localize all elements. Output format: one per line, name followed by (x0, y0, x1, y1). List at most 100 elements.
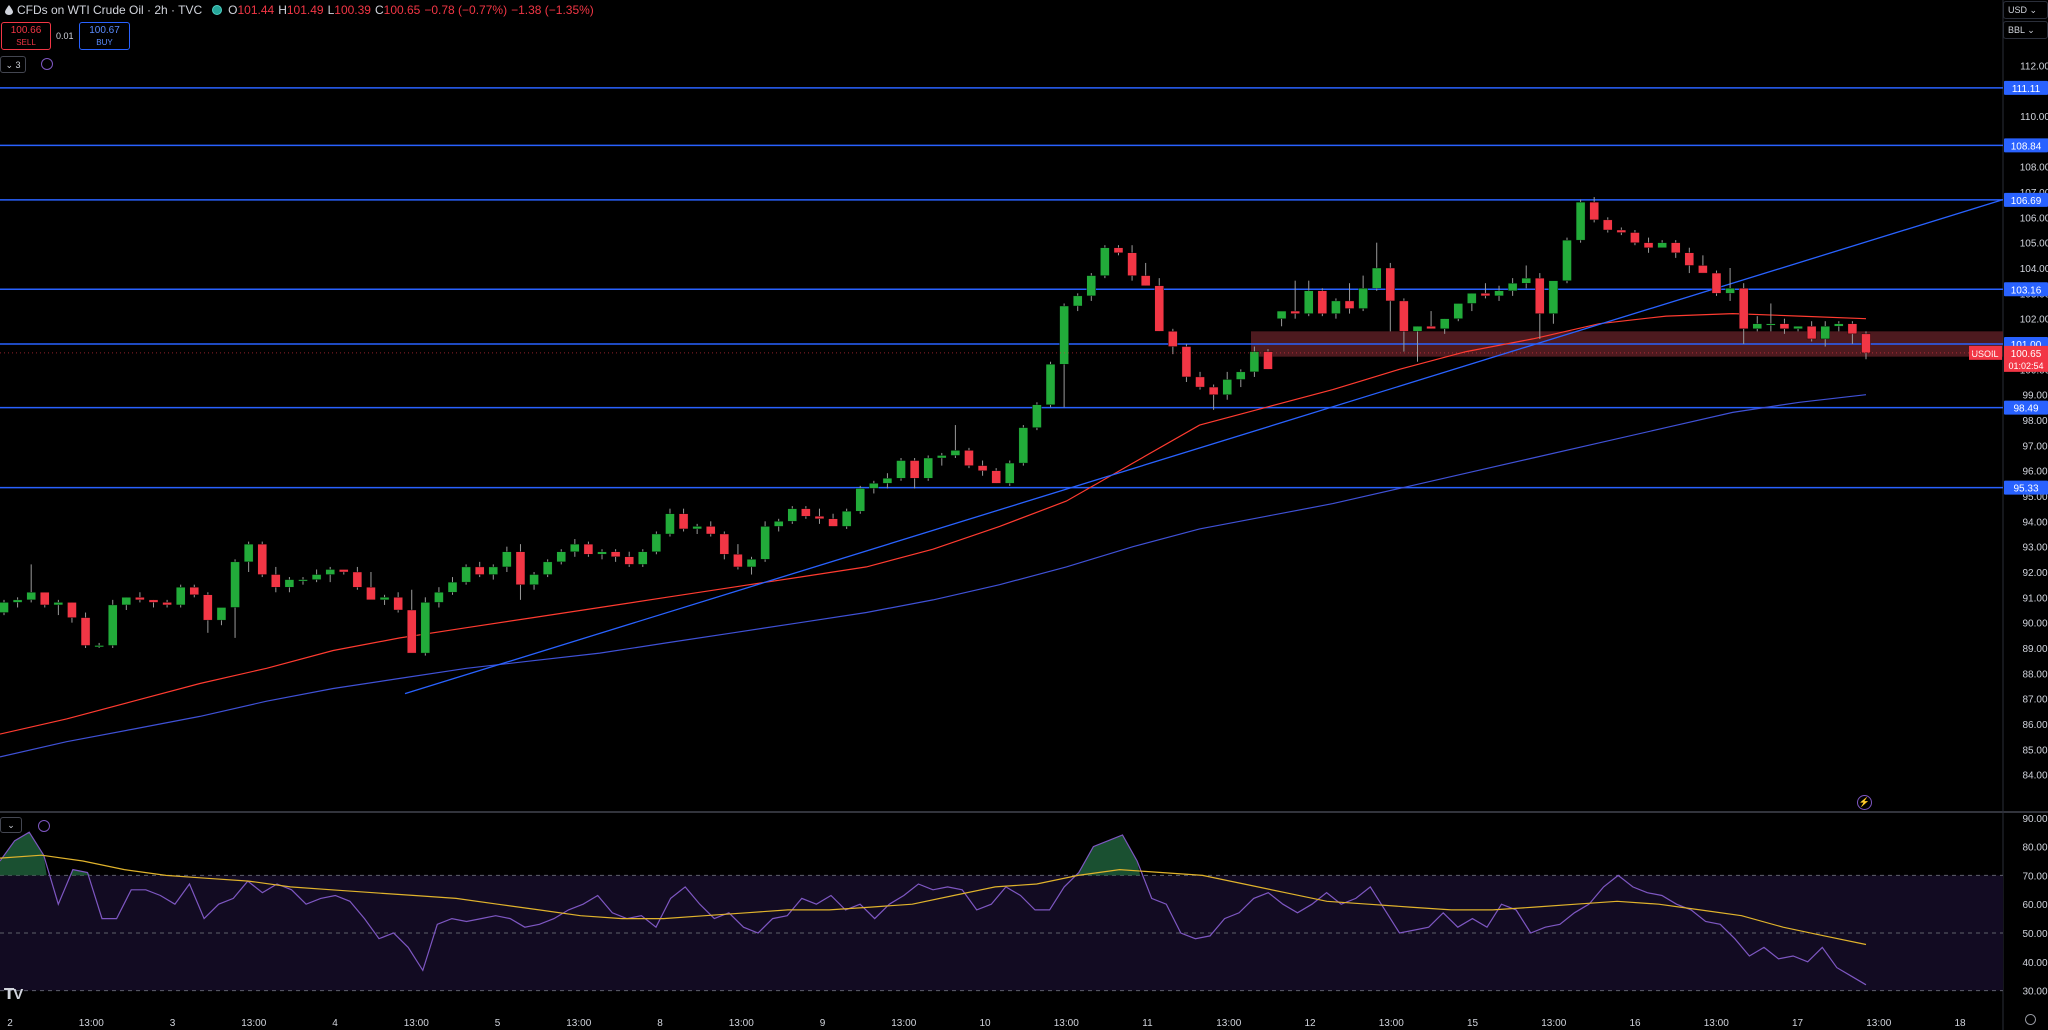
candle-body (271, 574, 281, 588)
time-tick-label: 9 (820, 1018, 826, 1029)
price-tick-label: 91.00 (2022, 593, 2047, 604)
candle-body (12, 599, 23, 603)
chart-canvas[interactable]: 112.00111.00110.00109.00108.00107.00106.… (0, 0, 2048, 1030)
candle-body (1045, 364, 1056, 405)
candle-body (1698, 265, 1708, 274)
candle-body (1236, 371, 1246, 380)
price-badge-label: 98.49 (2013, 404, 2038, 415)
rsi-tick-label: 50.00 (2022, 929, 2047, 940)
time-tick-label: 16 (1629, 1018, 1641, 1029)
time-tick-label: 12 (1304, 1018, 1316, 1029)
price-tick-label: 85.00 (2022, 745, 2047, 756)
candle-body (909, 460, 920, 479)
candle-body (977, 465, 988, 471)
candle-body (991, 470, 1001, 484)
candle-body (1276, 310, 1287, 319)
candle-body (1562, 239, 1572, 281)
candle-body (1100, 247, 1110, 276)
buy-button[interactable]: 100.67 BUY (79, 22, 130, 50)
candle-body (1467, 293, 1477, 304)
candle-body (461, 566, 471, 583)
time-tick-label: 5 (495, 1018, 501, 1029)
close-value: 100.65 (383, 3, 421, 17)
candle-body (1711, 272, 1722, 294)
candle-body (556, 551, 566, 563)
currency-select[interactable]: USD ⌄ (2003, 1, 2048, 19)
symbol-badge-label: USOIL (1971, 349, 1998, 359)
candle-body (1304, 290, 1314, 314)
candle-body (964, 450, 974, 466)
candle-body (814, 516, 825, 519)
open-value: 101.44 (237, 3, 275, 17)
candle-body (393, 597, 403, 611)
time-tick-label: 13:00 (891, 1018, 916, 1029)
candle-body (1372, 267, 1382, 289)
candle-body (1521, 277, 1531, 284)
candle-body (1630, 232, 1640, 243)
rsi-overbought-fill (0, 832, 47, 876)
price-tick-label: 92.00 (2022, 568, 2047, 579)
candle-body (692, 526, 702, 530)
sell-button[interactable]: 100.66 SELL (1, 22, 51, 50)
unit-select[interactable]: BBL ⌄ (2003, 21, 2048, 39)
symbol-title[interactable]: CFDs on WTI Crude Oil · 2h · TVC (17, 3, 202, 17)
price-tick-label: 86.00 (2022, 720, 2047, 731)
price-tick-label: 108.00 (2020, 163, 2048, 174)
change-value-2: −1.38 (−1.35%) (511, 3, 594, 17)
candle-body (896, 460, 906, 479)
candle-body (801, 508, 811, 517)
legend-bar: CFDs on WTI Crude Oil · 2h · TVC O101.44… (0, 0, 598, 20)
candle-body (474, 566, 485, 575)
candle-body (542, 561, 553, 575)
candle-body (1249, 351, 1260, 373)
candle-body (1086, 275, 1096, 297)
indicator-settings-icon[interactable] (41, 58, 53, 70)
candle-body (1181, 346, 1192, 378)
candle-body (1575, 201, 1586, 241)
time-tick-label: 13:00 (729, 1018, 754, 1029)
price-badge-label: 95.33 (2013, 484, 2038, 495)
time-tick-label: 8 (657, 1018, 663, 1029)
candle-body (1073, 295, 1083, 307)
rsi-tick-label: 70.00 (2022, 871, 2047, 882)
candle-body (1684, 252, 1695, 266)
settings-gear-icon[interactable] (2025, 1014, 2036, 1025)
time-tick-label: 4 (332, 1018, 338, 1029)
ma-fast-line (0, 312, 1867, 735)
candle-body (1820, 326, 1830, 340)
market-status-icon (212, 5, 223, 15)
candle-body (869, 483, 879, 489)
last-price-label: 100.65 (2011, 349, 2042, 360)
candle-body (1168, 331, 1178, 347)
indicators-collapse-button[interactable]: ⌄ 3 (0, 56, 26, 73)
candle-body (1385, 267, 1396, 302)
rsi-collapse-button[interactable]: ⌄ (0, 817, 22, 833)
price-tick-label: 105.00 (2020, 239, 2048, 250)
candle-body (420, 602, 431, 654)
candles-group (0, 197, 1871, 656)
candle-body (882, 478, 893, 484)
rsi-tick-label: 60.00 (2022, 900, 2047, 911)
price-tick-label: 97.00 (2022, 441, 2047, 452)
rsi-settings-icon[interactable] (38, 820, 50, 832)
price-tick-label: 99.00 (2022, 391, 2047, 402)
price-tick-label: 88.00 (2022, 669, 2047, 680)
candle-body (94, 645, 104, 648)
candle-body (80, 617, 91, 646)
sell-label: SELL (16, 38, 36, 47)
flash-icon[interactable]: ⚡ (1857, 795, 1872, 810)
candle-body (1671, 242, 1681, 254)
candle-body (678, 513, 689, 530)
tradingview-logo[interactable]: TV (4, 985, 23, 1003)
candle-body (189, 587, 199, 596)
candle-body (1603, 219, 1613, 231)
candle-body (352, 571, 363, 588)
candle-body (1725, 288, 1735, 294)
candle-body (162, 602, 172, 606)
candle-body (447, 581, 458, 593)
candle-body (1847, 323, 1858, 335)
candle-body (325, 569, 335, 575)
price-badge-label: 111.11 (2012, 84, 2041, 95)
price-tick-label: 112.00 (2020, 61, 2048, 72)
candle-body (1548, 280, 1559, 314)
